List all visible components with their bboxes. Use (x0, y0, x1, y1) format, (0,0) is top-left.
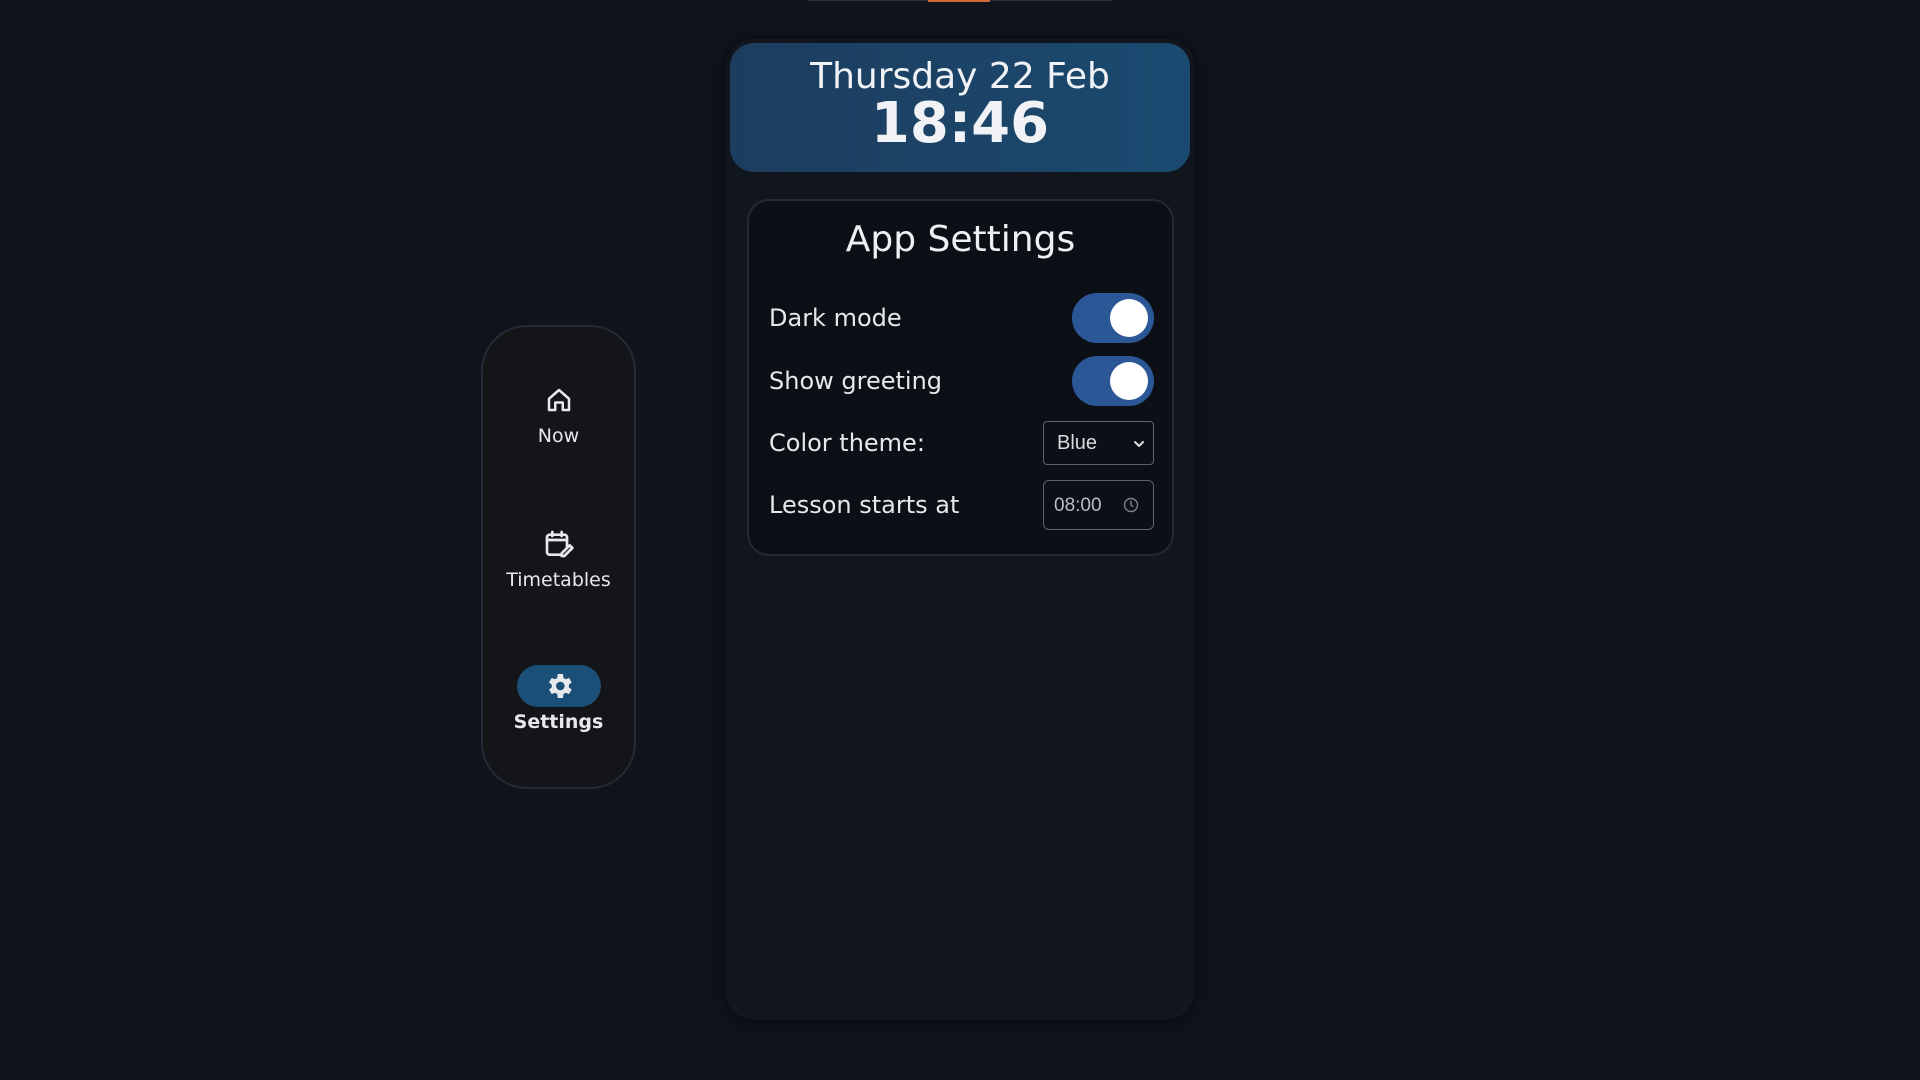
show-greeting-toggle[interactable] (1072, 356, 1154, 406)
show-greeting-label: Show greeting (769, 367, 943, 395)
current-time: 18:46 (870, 90, 1050, 156)
app-panel: Thursday 22 Feb 18:46 App Settings Dark … (725, 38, 1195, 1020)
gear-icon (548, 674, 572, 698)
setting-row-lesson-start: Lesson starts at 08:00 (769, 479, 1154, 531)
navigation-rail: Now Timetables Settings (481, 325, 636, 789)
nav-item-now-icon-wrap (517, 379, 601, 421)
clock-icon[interactable] (1123, 497, 1139, 513)
nav-item-timetables-icon-wrap (517, 523, 601, 565)
nav-item-label: Timetables (506, 569, 611, 591)
dark-mode-label: Dark mode (769, 304, 902, 332)
home-icon (547, 388, 570, 412)
nav-item-timetables[interactable]: Timetables (483, 523, 634, 591)
color-theme-select[interactable]: Blue (1043, 421, 1154, 465)
chevron-down-icon (1134, 441, 1144, 447)
nav-item-label: Now (537, 425, 580, 447)
settings-card: App Settings Dark mode Show greeting Col… (747, 199, 1174, 556)
clock-header: Thursday 22 Feb 18:46 (730, 43, 1190, 172)
lesson-start-label: Lesson starts at (769, 491, 960, 519)
nav-item-label: Settings (513, 711, 604, 733)
lesson-start-time-input[interactable]: 08:00 (1043, 480, 1154, 530)
nav-item-now[interactable]: Now (483, 379, 634, 447)
dark-mode-toggle[interactable] (1072, 293, 1154, 343)
setting-row-color-theme: Color theme: Blue (769, 417, 1154, 469)
calendar-edit-icon (545, 530, 574, 558)
top-indicator (808, 0, 1112, 2)
toggle-knob (1110, 299, 1148, 337)
nav-item-settings[interactable]: Settings (483, 665, 634, 733)
setting-row-show-greeting: Show greeting (769, 355, 1154, 407)
color-theme-label: Color theme: (769, 429, 925, 457)
settings-title: App Settings (845, 219, 1076, 260)
top-indicator-accent (928, 0, 990, 2)
lesson-start-value: 08:00 (1054, 495, 1102, 516)
toggle-knob (1110, 362, 1148, 400)
color-theme-value: Blue (1057, 432, 1098, 454)
nav-item-settings-icon-wrap (516, 665, 601, 707)
setting-row-dark-mode: Dark mode (769, 292, 1154, 344)
